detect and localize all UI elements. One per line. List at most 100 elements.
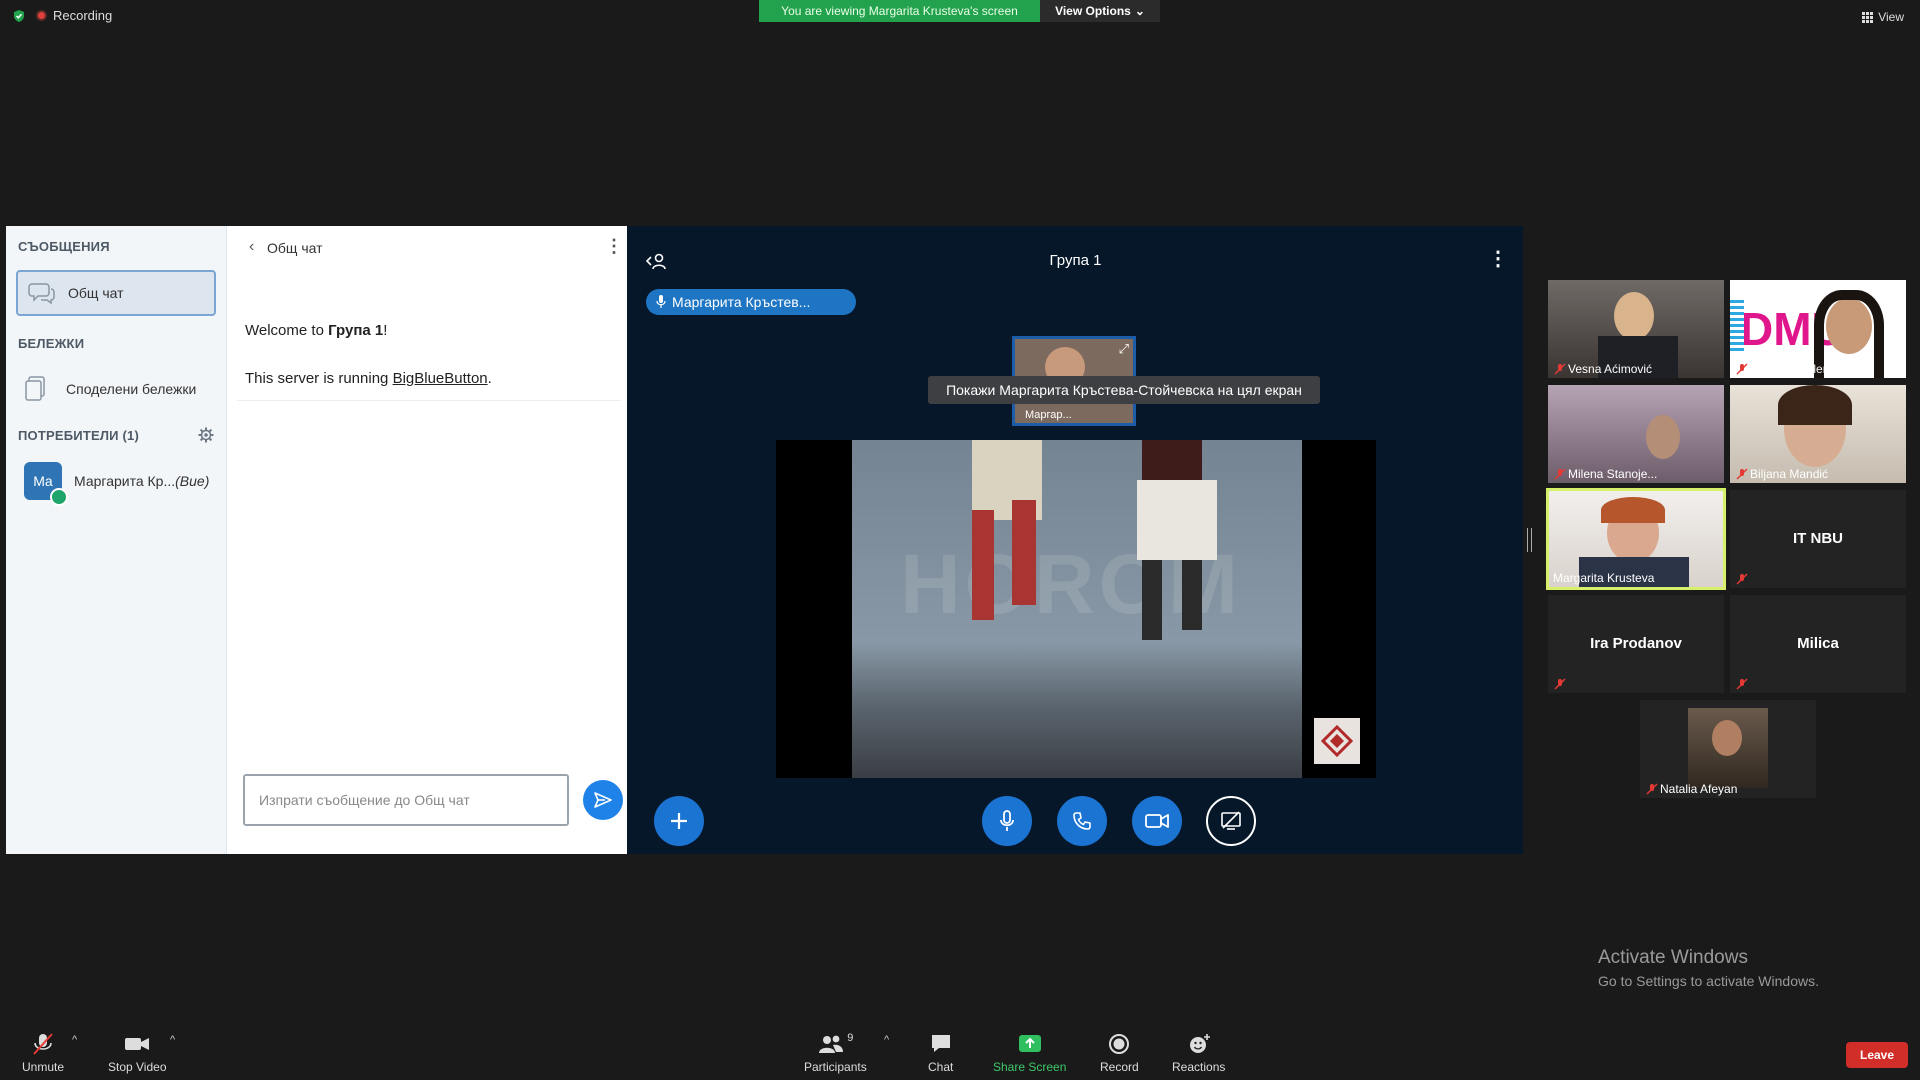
record-button[interactable]: Record xyxy=(1100,1032,1139,1074)
video-tile[interactable]: Natalia Afeyan xyxy=(1640,700,1816,798)
plus-icon xyxy=(671,813,687,829)
public-chat-label: Общ чат xyxy=(68,285,124,301)
back-chevron-icon[interactable]: ‹ xyxy=(249,238,254,256)
dancer-1-boot-left xyxy=(972,510,994,620)
chat-options-icon[interactable]: ⋮ xyxy=(605,236,623,257)
talking-indicator-name: Маргарита Кръстев... xyxy=(672,294,811,310)
notes-icon xyxy=(25,376,45,401)
participant-hair xyxy=(1778,385,1852,425)
participant-face xyxy=(1712,720,1742,756)
participant-name: Natalia Afeyan xyxy=(1660,782,1738,796)
notes-heading: БЕЛЕЖКИ xyxy=(18,336,85,351)
video-camera-icon xyxy=(125,1038,150,1050)
shared-screen: СЪОБЩЕНИЯ Общ чат БЕЛЕЖКИ Споделени беле… xyxy=(6,226,1523,854)
video-tile[interactable]: Biljana Mandić xyxy=(1730,385,1906,483)
send-icon xyxy=(594,792,612,808)
chat-header: ‹ Общ чат ⋮ xyxy=(227,226,627,270)
participants-icon xyxy=(819,1035,844,1053)
share-screen-icon xyxy=(1018,1035,1041,1052)
view-options-button[interactable]: View Options ⌄ xyxy=(1040,0,1160,22)
shared-notes-item[interactable]: Споделени бележки xyxy=(24,376,196,402)
unmute-button[interactable]: Unmute xyxy=(22,1032,64,1074)
fullscreen-tooltip: Покажи Маргарита Кръстева-Стойчевска на … xyxy=(928,376,1320,404)
welcome-suffix: ! xyxy=(383,322,388,339)
video-tile-active-speaker[interactable]: Margarita Krusteva xyxy=(1546,488,1726,590)
dancer-2-vest xyxy=(1142,440,1202,480)
participant-name: Milica xyxy=(1797,635,1839,652)
view-label: View xyxy=(1878,10,1904,24)
stop-video-button[interactable]: Stop Video xyxy=(108,1032,167,1074)
participant-name: Milena Stanoje... xyxy=(1568,467,1658,481)
chat-panel: ‹ Общ чат ⋮ Welcome to Група 1! This ser… xyxy=(226,226,627,854)
dancer-2-leg-right xyxy=(1182,560,1202,630)
viewing-banner: You are viewing Margarita Krusteva's scr… xyxy=(759,0,1040,22)
share-screen-button[interactable]: Share Screen xyxy=(993,1032,1066,1074)
video-camera-icon xyxy=(1145,814,1169,828)
presentation-options-icon[interactable]: ⋮ xyxy=(1488,246,1508,271)
chat-button[interactable]: Chat xyxy=(928,1032,953,1074)
user-list-item[interactable]: Ma Маргарита Кр... (Вие) xyxy=(24,462,210,506)
gear-icon[interactable] xyxy=(198,427,214,443)
participants-button[interactable]: 9 Participants xyxy=(804,1032,867,1074)
muted-mic-icon xyxy=(1736,678,1748,690)
chat-icon xyxy=(931,1035,950,1052)
muted-microphone-icon xyxy=(33,1033,53,1055)
name-tile[interactable]: Ira Prodanov xyxy=(1548,595,1724,693)
video-tile[interactable]: DMU Dušanka Jelenk... xyxy=(1730,280,1906,378)
muted-mic-icon xyxy=(1554,678,1566,690)
share-screen-label: Share Screen xyxy=(993,1060,1067,1074)
avatar: Ma xyxy=(24,462,68,506)
public-chat-item[interactable]: Общ чат xyxy=(16,270,216,316)
dance-video-frame: HOROM xyxy=(852,440,1302,778)
server-suffix: . xyxy=(487,370,492,387)
chat-bubble-icon xyxy=(28,283,55,305)
user-you-tag: (Вие) xyxy=(175,473,210,489)
participant-video xyxy=(1688,708,1768,788)
send-message-button[interactable] xyxy=(583,780,623,820)
welcome-prefix: Welcome to xyxy=(245,322,329,339)
users-heading: ПОТРЕБИТЕЛИ (1) xyxy=(18,428,140,443)
server-prefix: This server is running xyxy=(245,370,393,387)
video-options-caret[interactable]: ^ xyxy=(170,1034,175,1046)
gallery-resize-handle[interactable] xyxy=(1527,528,1532,552)
recording-indicator: Recording xyxy=(12,8,112,23)
welcome-message: Welcome to Група 1! This server is runni… xyxy=(237,300,621,401)
bigbluebutton-link[interactable]: BigBlueButton xyxy=(393,370,488,387)
participants-options-caret[interactable]: ^ xyxy=(884,1034,889,1046)
chevron-down-icon: ⌄ xyxy=(1134,4,1145,18)
video-tile[interactable]: Vesna Aćimović xyxy=(1548,280,1724,378)
video-tile[interactable]: Milena Stanoje... xyxy=(1548,385,1724,483)
muted-mic-icon xyxy=(1554,468,1566,480)
audio-options-caret[interactable]: ^ xyxy=(72,1034,77,1046)
presentation-area: Група 1 ⋮ Маргарита Кръстев... ⤢ Маргар.… xyxy=(628,226,1523,854)
dancer-1-boot-right xyxy=(1012,500,1036,605)
muted-mic-icon xyxy=(1736,573,1748,585)
unmute-label: Unmute xyxy=(22,1060,65,1074)
participant-name: Vesna Aćimović xyxy=(1568,362,1653,376)
leave-button[interactable]: Leave xyxy=(1846,1042,1908,1068)
reactions-button[interactable]: Reactions xyxy=(1172,1032,1225,1074)
participant-name: Ira Prodanov xyxy=(1590,635,1682,652)
screen-share-button[interactable] xyxy=(1206,796,1256,846)
talking-indicator: Маргарита Кръстев... xyxy=(646,289,856,315)
smiley-icon xyxy=(1189,1034,1210,1053)
view-button[interactable]: View xyxy=(1862,10,1904,24)
muted-mic-icon xyxy=(1736,363,1748,375)
dancer-2-leg-left xyxy=(1142,560,1162,640)
camera-button[interactable] xyxy=(1132,796,1182,846)
actions-button[interactable] xyxy=(654,796,704,846)
activate-title: Activate Windows xyxy=(1598,947,1748,968)
chat-message-input[interactable]: Изпрати съобщение до Общ чат xyxy=(243,774,569,826)
name-tile[interactable]: Milica xyxy=(1730,595,1906,693)
reactions-label: Reactions xyxy=(1172,1060,1226,1074)
chat-label: Chat xyxy=(928,1060,954,1074)
recording-label: Recording xyxy=(53,8,113,23)
view-options-label: View Options xyxy=(1055,4,1131,18)
fullscreen-icon[interactable]: ⤢ xyxy=(1119,341,1129,357)
dancer-2-skirt xyxy=(1137,480,1217,560)
user-name: Маргарита Кр... xyxy=(74,473,176,489)
microphone-button[interactable] xyxy=(982,796,1032,846)
participant-name: Margarita Krusteva xyxy=(1553,571,1655,585)
phone-button[interactable] xyxy=(1057,796,1107,846)
name-tile[interactable]: IT NBU xyxy=(1730,490,1906,588)
